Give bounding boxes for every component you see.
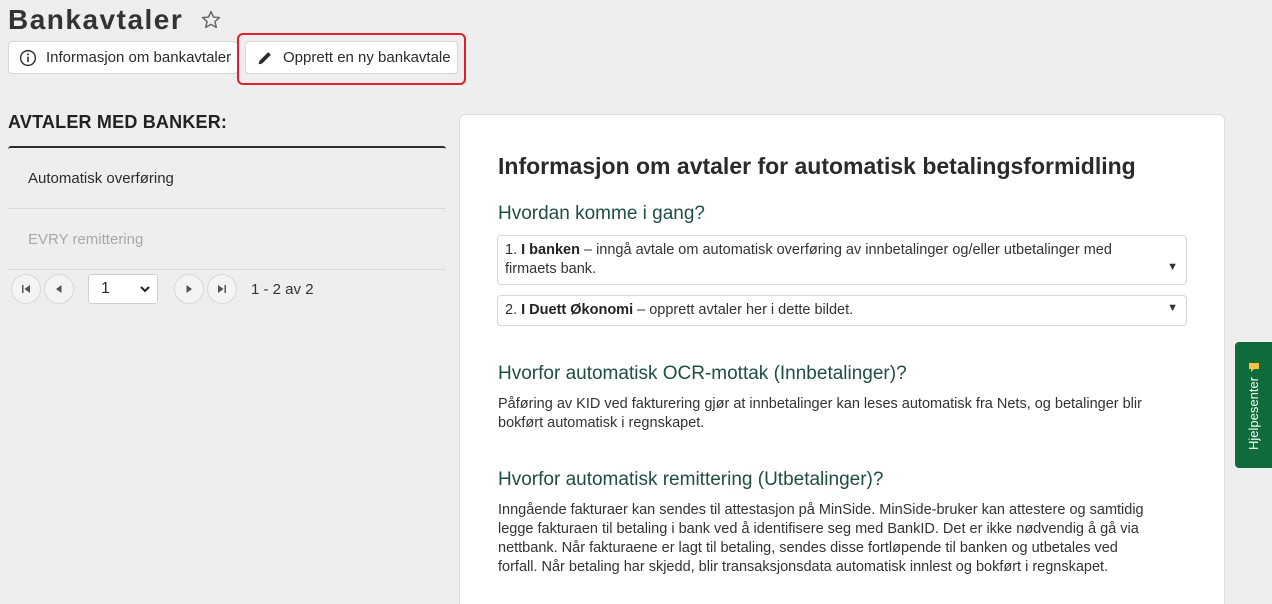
ocr-title: Hvorfor automatisk OCR-mottak (Innbetali… [498,363,907,384]
accordion-step-bank[interactable]: 1. I banken – inngå avtale om automatisk… [497,235,1187,285]
page-title: Bankavtaler [8,4,184,35]
list-item-label: EVRY remittering [28,230,144,248]
next-page-button[interactable] [174,274,204,304]
step-number: 2. [505,302,518,318]
bank-agreement-list: Automatisk overføring EVRY remittering [8,146,446,270]
favorite-star-icon[interactable] [200,9,222,31]
list-item-evry-remittance[interactable]: EVRY remittering [8,209,446,270]
info-button-label: Informasjon om bankavtaler [46,49,232,66]
accordion-step-duett[interactable]: 2. I Duett Økonomi – opprett avtaler her… [497,295,1187,326]
caret-down-icon: ▼ [1167,261,1178,273]
pagination: 1 1 - 2 av 2 [11,274,446,304]
info-circle-icon [19,49,37,66]
first-page-button[interactable] [11,274,41,304]
chat-bubble-icon [1248,362,1259,372]
info-panel: Informasjon om avtaler for automatisk be… [459,114,1225,604]
previous-page-icon [56,285,62,293]
getting-started-title: Hvordan komme i gang? [498,203,705,224]
caret-down-icon: ▼ [1167,302,1178,314]
list-item-label: Automatisk overføring [28,169,174,187]
highlight-annotation [237,33,466,85]
page-select-value: 1 [101,280,110,297]
step-number: 1. [505,242,518,258]
help-center-label: Hjelpesenter [1246,376,1261,450]
chevron-down-icon [140,286,150,293]
page-count: 1 - 2 av 2 [251,280,314,298]
panel-heading: Informasjon om avtaler for automatisk be… [498,153,1136,179]
info-about-bank-agreements-button[interactable]: Informasjon om bankavtaler [8,41,238,74]
last-page-button[interactable] [207,274,237,304]
remittance-title: Hvorfor automatisk remittering (Utbetali… [498,469,884,490]
previous-page-button[interactable] [44,274,74,304]
ocr-text: Påføring av KID ved fakturering gjør at … [498,396,1142,431]
step-text: – opprett avtaler her i dette bildet. [633,302,854,318]
help-center-tab[interactable]: Hjelpesenter [1235,342,1272,468]
remittance-text: Inngående fakturaer kan sendes til attes… [498,502,1144,575]
page-select[interactable]: 1 [88,274,158,304]
first-page-icon [22,285,30,293]
next-page-icon [186,285,192,293]
list-item-automatic-transfer[interactable]: Automatisk overføring [8,148,446,209]
agreements-section-title: AVTALER MED BANKER: [8,112,228,132]
step-bold: I banken [521,242,580,258]
step-bold: I Duett Økonomi [521,302,634,318]
step-text: – inngå avtale om automatisk overføring … [505,242,1112,277]
last-page-icon [218,285,226,293]
